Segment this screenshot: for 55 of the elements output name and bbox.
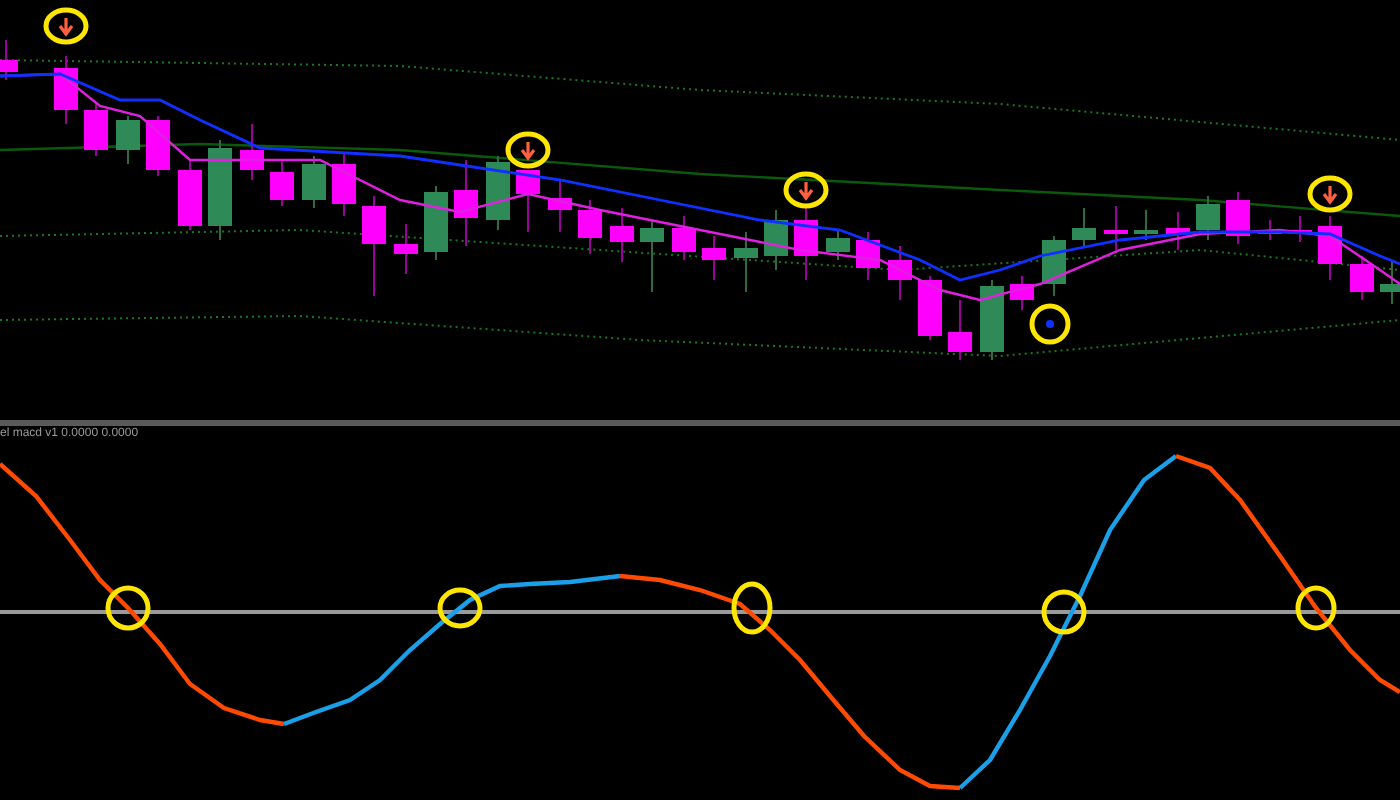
candlestick [486, 155, 510, 231]
candlestick [1380, 259, 1400, 305]
candlestick [146, 115, 170, 177]
signal-marker-icon [1029, 303, 1071, 345]
candlestick [918, 275, 942, 341]
candlestick [734, 231, 758, 293]
candlestick [794, 203, 818, 281]
candlestick [240, 123, 264, 181]
candlestick [548, 179, 572, 233]
candlestick [672, 215, 696, 261]
sell-signal-marker-icon [43, 7, 89, 45]
candlestick [332, 151, 356, 217]
candlestick [424, 185, 448, 261]
candlestick [1258, 219, 1282, 241]
candlestick [1042, 235, 1066, 297]
crossover-circle-icon [437, 587, 483, 629]
crossover-circle-icon [105, 585, 151, 631]
sell-signal-marker-icon [505, 131, 551, 169]
candlestick [702, 235, 726, 281]
candlestick [610, 207, 634, 263]
candlestick [302, 155, 326, 209]
candlestick [208, 139, 232, 241]
candlestick [856, 231, 880, 281]
candlestick [270, 159, 294, 207]
candlestick [84, 103, 108, 157]
candlestick [764, 209, 788, 271]
candlestick [1288, 215, 1312, 243]
crossover-circle-icon [1041, 589, 1087, 635]
candlestick [948, 299, 972, 361]
candlestick [54, 55, 78, 125]
candlestick [362, 195, 386, 297]
candlestick [888, 245, 912, 301]
candlestick [1350, 255, 1374, 301]
candlestick [826, 229, 850, 261]
candlestick [1134, 209, 1158, 241]
candlestick [454, 159, 478, 247]
candlestick [1318, 215, 1342, 281]
sell-signal-marker-icon [1307, 175, 1353, 213]
sell-signal-marker-icon [783, 171, 829, 209]
crossover-circle-icon [1295, 585, 1337, 631]
candlestick [1104, 205, 1128, 251]
candlestick [1010, 275, 1034, 311]
candlestick [516, 169, 540, 233]
candlestick [980, 279, 1004, 361]
crossover-circle-icon [731, 581, 773, 635]
candlestick [178, 159, 202, 231]
candlestick [116, 115, 140, 165]
candlestick [1226, 191, 1250, 245]
candlestick [1166, 211, 1190, 251]
candlestick [1196, 195, 1220, 241]
candlestick [578, 199, 602, 255]
candlestick [640, 219, 664, 293]
candlestick [394, 223, 418, 275]
candlestick [1072, 207, 1096, 249]
candlestick [0, 39, 18, 81]
